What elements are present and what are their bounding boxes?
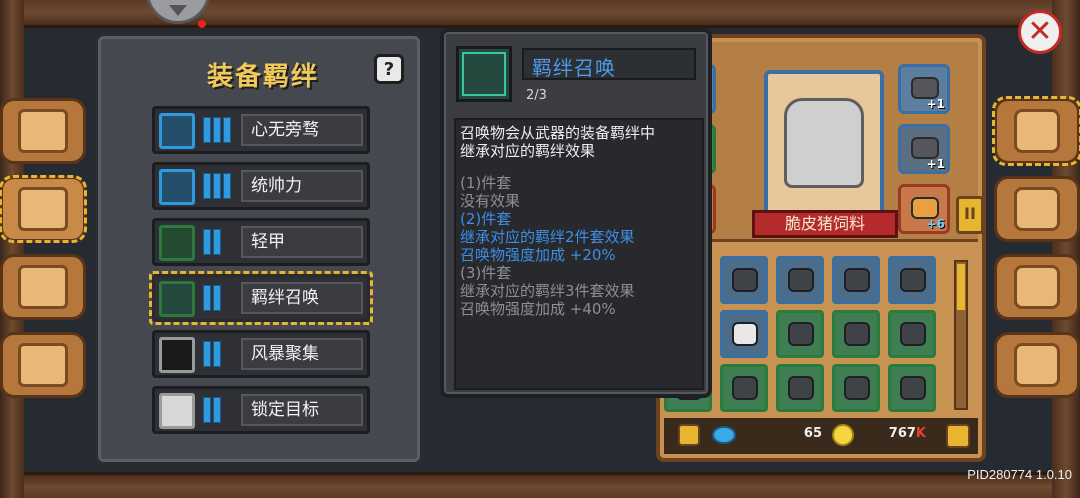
tab-medal[interactable] xyxy=(0,254,86,320)
arrow-down-icon xyxy=(169,5,187,16)
trophy-icon xyxy=(159,169,195,205)
coin-count: 767K xyxy=(888,426,926,441)
armor-slot[interactable]: +1 xyxy=(898,124,950,174)
swords-icon xyxy=(1014,187,1060,231)
focus-icon xyxy=(159,113,195,149)
tier-1-effect: 没有效果 xyxy=(460,192,521,210)
desc-line: 召唤物会从武器的装备羁绊中 xyxy=(460,124,656,142)
summon-sword-icon xyxy=(159,281,195,317)
bond-row[interactable]: 锁定目标 xyxy=(152,386,370,434)
detail-title: 羁绊召唤 xyxy=(532,56,616,80)
bond-row-selected[interactable]: 羁绊召唤 xyxy=(149,271,373,325)
coin-icon xyxy=(832,424,854,446)
tab-book[interactable] xyxy=(0,98,86,164)
lock-icon[interactable] xyxy=(678,424,700,446)
help-button[interactable]: ? xyxy=(374,54,404,84)
tier-2-bonus: 召唤物强度加成 +20% xyxy=(460,246,616,264)
character-name: 脆皮猪饲料 xyxy=(752,210,898,238)
gem-icon xyxy=(712,426,736,444)
inventory-slot[interactable] xyxy=(888,310,936,358)
detail-title-box: 羁绊召唤 xyxy=(522,48,696,80)
frame-left xyxy=(0,0,24,498)
bond-row[interactable]: 统帅力 xyxy=(152,162,370,210)
set-count: 2/3 xyxy=(526,88,547,103)
tier-3-bonus: 召唤物强度加成 +40% xyxy=(460,300,616,318)
bond-level-bars xyxy=(203,117,231,143)
tier-1-head: (1)件套 xyxy=(460,174,512,192)
tier-badge[interactable]: II xyxy=(956,196,984,234)
gear-icon xyxy=(1014,343,1060,387)
inventory-slot[interactable] xyxy=(832,256,880,304)
helmet-slot[interactable]: +1 xyxy=(898,64,950,114)
light-armor-icon xyxy=(159,225,195,261)
map-icon xyxy=(18,187,68,231)
tab-map[interactable] xyxy=(0,175,87,243)
tier-3-head: (3)件套 xyxy=(460,264,512,282)
build-id: PID280774 1.0.10 xyxy=(967,467,1072,482)
bond-detail-popup: 羁绊召唤 2/3 召唤物会从武器的装备羁绊中 继承对应的羁绊效果 (1)件套 没… xyxy=(440,28,712,398)
bond-level-bars xyxy=(203,397,221,423)
bond-row[interactable]: 风暴聚集 xyxy=(152,330,370,378)
helmet-icon xyxy=(1014,109,1060,153)
bond-label: 轻甲 xyxy=(241,226,363,258)
medal-icon xyxy=(18,265,68,309)
inventory-scrollbar[interactable] xyxy=(954,260,968,410)
tab-talents[interactable] xyxy=(994,254,1080,320)
bond-level-bars xyxy=(203,173,231,199)
gem-count: 65 xyxy=(803,426,822,441)
bond-panel: 装备羁绊 ? 心无旁骛 统帅力 轻甲 羁绊召唤 风暴聚集 锁定目标 xyxy=(94,32,424,466)
weapon-slot[interactable]: +6 xyxy=(898,184,950,234)
target-icon xyxy=(159,393,195,429)
close-icon: ✕ xyxy=(1027,14,1053,49)
inventory-slot[interactable] xyxy=(720,364,768,412)
bond-label: 统帅力 xyxy=(241,170,363,202)
storm-icon xyxy=(159,337,195,373)
bond-label: 风暴聚集 xyxy=(241,338,363,370)
inventory-slot[interactable] xyxy=(888,256,936,304)
currency-bar: 65 767K xyxy=(664,418,978,454)
bond-label: 锁定目标 xyxy=(241,394,363,426)
tab-settings[interactable] xyxy=(994,332,1080,398)
bond-row[interactable]: 轻甲 xyxy=(152,218,370,266)
tab-skills[interactable] xyxy=(994,176,1080,242)
knight-icon xyxy=(784,98,864,188)
detail-description: 召唤物会从武器的装备羁绊中 继承对应的羁绊效果 (1)件套 没有效果 (2)件套… xyxy=(454,118,704,390)
inventory-slot[interactable] xyxy=(776,364,824,412)
bond-label: 羁绊召唤 xyxy=(241,282,363,314)
notification-dot xyxy=(198,20,206,28)
bond-row[interactable]: 心无旁骛 xyxy=(152,106,370,154)
inventory-slot[interactable] xyxy=(776,310,824,358)
bond-level-bars xyxy=(203,341,221,367)
tier-2-effect: 继承对应的羁绊2件套效果 xyxy=(460,228,635,246)
tab-vehicle[interactable] xyxy=(0,332,86,398)
book-icon xyxy=(18,109,68,153)
inventory-slot[interactable] xyxy=(832,310,880,358)
tier-3-effect: 继承对应的羁绊3件套效果 xyxy=(460,282,635,300)
frame-bottom xyxy=(0,472,1080,498)
inventory-slot[interactable] xyxy=(720,256,768,304)
tab-equipment[interactable] xyxy=(992,96,1080,166)
star-icon xyxy=(1014,265,1060,309)
desc-line: 继承对应的羁绊效果 xyxy=(460,142,596,160)
inventory-slot[interactable] xyxy=(720,310,768,358)
bond-level-bars xyxy=(203,229,221,255)
tier-2-head: (2)件套 xyxy=(460,210,512,228)
scroll-thumb[interactable] xyxy=(957,264,965,310)
sort-icon[interactable] xyxy=(946,424,970,448)
bond-label: 心无旁骛 xyxy=(241,114,363,146)
inventory-slot[interactable] xyxy=(888,364,936,412)
inventory-slot[interactable] xyxy=(776,256,824,304)
summon-sword-icon xyxy=(456,46,512,102)
inventory-slot[interactable] xyxy=(832,364,880,412)
steering-icon xyxy=(18,343,68,387)
character-portrait[interactable] xyxy=(764,70,884,230)
frame-right xyxy=(1052,0,1080,498)
bond-level-bars xyxy=(203,285,221,311)
close-button[interactable]: ✕ xyxy=(1018,10,1062,54)
